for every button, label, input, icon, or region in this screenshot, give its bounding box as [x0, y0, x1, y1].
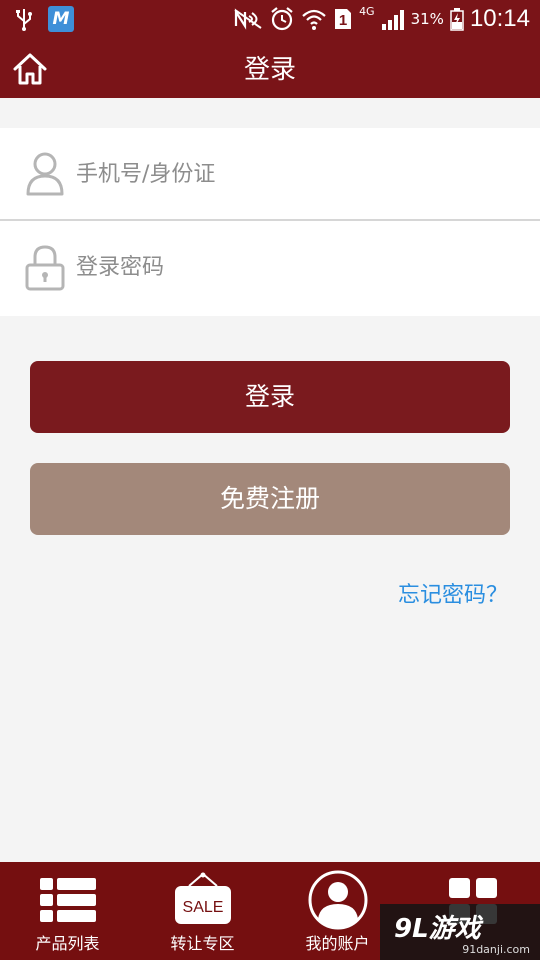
status-left: M	[14, 6, 74, 32]
nav-item-product-list[interactable]: 产品列表	[0, 862, 135, 960]
sim-slot-label: 1	[339, 12, 347, 29]
lock-icon	[25, 245, 65, 291]
sale-tag-icon: SALE	[174, 872, 231, 924]
usb-icon	[16, 9, 32, 31]
forgot-password-link[interactable]: 忘记密码？	[398, 577, 508, 609]
login-form	[0, 128, 540, 316]
watermark-brand: 9L游戏	[394, 914, 481, 944]
nav-label-transfer-zone: 转让专区	[170, 934, 235, 953]
phone-row	[0, 128, 540, 220]
nav-item-transfer-zone[interactable]: SALE 转让专区	[135, 862, 270, 960]
phone-input[interactable]	[76, 154, 516, 194]
watermark-url: 91danji.com	[462, 943, 530, 956]
page-title: 登录	[243, 55, 296, 85]
nfc-off-icon	[234, 8, 262, 30]
sale-badge-text: SALE	[182, 899, 223, 916]
m-app-icon: M	[48, 6, 74, 32]
user-circle-icon	[308, 870, 367, 930]
battery-percent: 31%	[410, 10, 444, 28]
user-icon	[26, 152, 64, 196]
status-bar: M 1 4G 31% 10:14	[0, 0, 540, 38]
nav-label-product-list: 产品列表	[35, 934, 100, 953]
signal-icon	[381, 10, 404, 30]
password-input[interactable]	[76, 247, 516, 287]
wifi-icon	[302, 9, 326, 30]
watermark: 9L游戏 91danji.com	[380, 904, 540, 960]
sim-icon: 1	[335, 9, 352, 29]
alarm-icon	[271, 7, 293, 31]
login-button[interactable]: 登录	[30, 361, 510, 433]
battery-icon	[450, 8, 464, 31]
password-row	[0, 221, 540, 313]
clock: 10:14	[469, 5, 530, 32]
network-type: 4G	[359, 4, 375, 18]
status-right: 1 4G 31% 10:14	[233, 2, 530, 36]
register-button[interactable]: 免费注册	[30, 463, 510, 535]
list-icon	[39, 878, 96, 922]
app-header: 登录	[0, 38, 540, 98]
